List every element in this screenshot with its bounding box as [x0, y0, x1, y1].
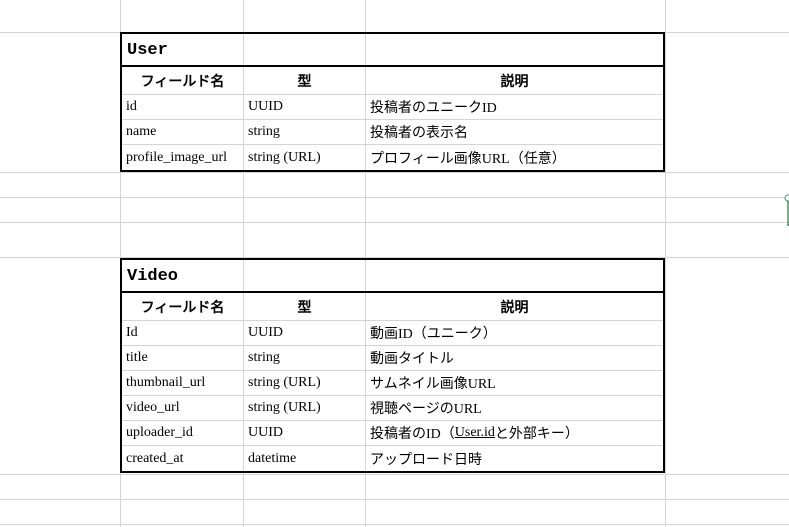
- selection-handle-icon[interactable]: [784, 194, 789, 226]
- table-cell[interactable]: datetime: [244, 446, 366, 471]
- grid-row-line: [0, 524, 789, 525]
- table-cell[interactable]: サムネイル画像URL: [366, 371, 663, 395]
- underlined-reference: User.id: [454, 425, 495, 440]
- table-cell[interactable]: UUID: [244, 421, 366, 445]
- cell-divider: [365, 260, 366, 291]
- table-cell[interactable]: created_at: [122, 446, 244, 471]
- grid-row-line: [0, 197, 789, 198]
- cell-text: 投稿者のID（: [370, 427, 455, 442]
- table-cell[interactable]: アップロード日時: [366, 446, 663, 471]
- table-title-row[interactable]: Video: [120, 258, 665, 293]
- table-cell[interactable]: string (URL): [244, 145, 366, 170]
- table-cell[interactable]: video_url: [122, 396, 244, 420]
- table-cell[interactable]: thumbnail_url: [122, 371, 244, 395]
- grid-row-line: [0, 474, 789, 475]
- table-cell[interactable]: 動画ID（ユニーク）: [366, 321, 663, 345]
- grid-row-line: [0, 499, 789, 500]
- header-cell[interactable]: 型: [244, 67, 366, 94]
- table-row: thumbnail_url string (URL) サムネイル画像URL: [122, 371, 663, 396]
- table-cell[interactable]: title: [122, 346, 244, 370]
- table-cell[interactable]: string (URL): [244, 371, 366, 395]
- header-cell[interactable]: フィールド名: [122, 67, 244, 94]
- cell-divider: [365, 34, 366, 65]
- table-row: name string 投稿者の表示名: [122, 120, 663, 145]
- table-header-row: フィールド名 型 説明: [122, 67, 663, 95]
- table-cell[interactable]: profile_image_url: [122, 145, 244, 170]
- table-row: Id UUID 動画ID（ユニーク）: [122, 321, 663, 346]
- grid-row-line: [0, 222, 789, 223]
- table-cell[interactable]: string: [244, 120, 366, 144]
- table-row: title string 動画タイトル: [122, 346, 663, 371]
- header-cell[interactable]: 型: [244, 293, 366, 320]
- table-cell[interactable]: uploader_id: [122, 421, 244, 445]
- table-cell[interactable]: UUID: [244, 321, 366, 345]
- table-cell[interactable]: 動画タイトル: [366, 346, 663, 370]
- header-cell[interactable]: 説明: [366, 67, 663, 94]
- table-cell[interactable]: プロフィール画像URL（任意）: [366, 145, 663, 170]
- table-cell[interactable]: id: [122, 95, 244, 119]
- table-title: User: [127, 41, 168, 60]
- table-cell[interactable]: 視聴ページのURL: [366, 396, 663, 420]
- table-row: created_at datetime アップロード日時: [122, 446, 663, 471]
- table-row: profile_image_url string (URL) プロフィール画像U…: [122, 145, 663, 170]
- cell-divider: [243, 260, 244, 291]
- header-cell[interactable]: 説明: [366, 293, 663, 320]
- table-cell[interactable]: string: [244, 346, 366, 370]
- table-cell[interactable]: 投稿者のユニークID: [366, 95, 663, 119]
- table-title-row[interactable]: User: [120, 32, 665, 67]
- table-cell[interactable]: Id: [122, 321, 244, 345]
- table-row: id UUID 投稿者のユニークID: [122, 95, 663, 120]
- video-table: Video フィールド名 型 説明 Id UUID 動画ID（ユニーク） tit…: [120, 258, 665, 473]
- table-cell[interactable]: 投稿者の表示名: [366, 120, 663, 144]
- grid-column-line: [665, 0, 666, 527]
- table-cell[interactable]: UUID: [244, 95, 366, 119]
- grid-row-line: [0, 172, 789, 173]
- table-header-row: フィールド名 型 説明: [122, 293, 663, 321]
- table-row: uploader_id UUID 投稿者のID（ User.id と外部キー）: [122, 421, 663, 446]
- table-cell[interactable]: name: [122, 120, 244, 144]
- user-table: User フィールド名 型 説明 id UUID 投稿者のユニークID name…: [120, 32, 665, 172]
- cell-divider: [243, 34, 244, 65]
- table-title: Video: [127, 267, 179, 286]
- header-cell[interactable]: フィールド名: [122, 293, 244, 320]
- table-cell[interactable]: string (URL): [244, 396, 366, 420]
- cell-text: と外部キー）: [494, 427, 579, 442]
- table-cell[interactable]: 投稿者のID（ User.id と外部キー）: [366, 421, 663, 445]
- table-row: video_url string (URL) 視聴ページのURL: [122, 396, 663, 421]
